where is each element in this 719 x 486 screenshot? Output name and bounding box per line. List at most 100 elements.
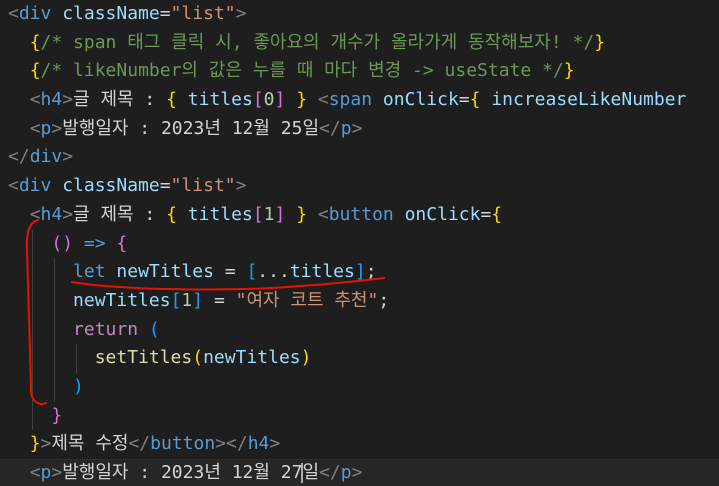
indent-guide bbox=[32, 315, 33, 345]
code-token: </ bbox=[319, 117, 341, 139]
code-token: { bbox=[29, 60, 41, 82]
code-token: ... bbox=[257, 261, 290, 283]
code-line[interactable]: () => { bbox=[0, 229, 719, 259]
code-token: let bbox=[73, 261, 106, 283]
code-line[interactable]: <div className="list"> bbox=[0, 0, 719, 29]
code-line[interactable]: </div> bbox=[0, 143, 719, 172]
code-token: < bbox=[29, 89, 41, 111]
code-token: p bbox=[340, 117, 352, 139]
code-token: 글 제목 : bbox=[73, 203, 167, 225]
code-token: > bbox=[51, 117, 63, 139]
code-editor[interactable]: <div className="list"> {/* span 태그 클릭 시,… bbox=[0, 0, 719, 486]
code-token: = bbox=[458, 89, 470, 111]
code-token: className bbox=[62, 3, 160, 24]
code-token: button bbox=[328, 203, 394, 225]
code-line-content: <p>발행일자 : 2023년 12월 27일</p> bbox=[0, 462, 362, 483]
code-token: } bbox=[296, 89, 308, 111]
code-token: > bbox=[62, 89, 74, 111]
code-token: = bbox=[159, 3, 171, 24]
code-token: < bbox=[317, 89, 329, 111]
code-token: > bbox=[269, 433, 281, 455]
code-token: 일 bbox=[302, 462, 320, 483]
code-line[interactable]: ) bbox=[0, 372, 719, 402]
code-token: } bbox=[51, 404, 63, 426]
code-token: = bbox=[213, 261, 247, 283]
code-line-content: ) bbox=[0, 376, 84, 397]
code-line-content: {/* likeNumber의 값은 누를 때 마다 변경 -> useStat… bbox=[0, 60, 575, 81]
code-line[interactable]: return ( bbox=[0, 315, 719, 345]
code-token: > bbox=[351, 117, 363, 139]
code-token: > bbox=[62, 146, 74, 168]
code-token: > bbox=[235, 175, 247, 197]
code-line[interactable]: <p>발행일자 : 2023년 12월 27일</p> bbox=[0, 459, 719, 486]
code-line[interactable]: <h4>글 제목 : { titles[0] } <span onClick={… bbox=[0, 86, 719, 115]
code-token: [ bbox=[252, 89, 264, 111]
code-line[interactable]: <h4>글 제목 : { titles[1] } <button onClick… bbox=[0, 201, 719, 230]
code-token: increaseLikeNumber bbox=[491, 89, 687, 111]
code-token: ] bbox=[192, 289, 204, 311]
code-token: > bbox=[215, 433, 227, 455]
code-token: className bbox=[62, 175, 160, 197]
code-token: < bbox=[8, 175, 19, 197]
code-token: p bbox=[340, 462, 352, 483]
code-token: = bbox=[480, 203, 492, 225]
code-token: ( bbox=[51, 232, 63, 254]
code-token: < bbox=[317, 203, 329, 225]
code-line-content: <div className="list"> bbox=[0, 175, 246, 196]
code-line[interactable]: }>제목 수정</button></h4> bbox=[0, 430, 719, 459]
indent-guide bbox=[32, 372, 33, 402]
code-token: span bbox=[328, 89, 373, 111]
code-token: ) bbox=[73, 375, 84, 397]
code-line[interactable]: setTitles(newTitles) bbox=[0, 344, 719, 373]
code-token: { bbox=[166, 203, 177, 225]
code-token: [ bbox=[246, 261, 258, 283]
code-token: { bbox=[29, 31, 41, 53]
indent-guide bbox=[76, 344, 77, 373]
code-token: div bbox=[18, 175, 52, 197]
code-line[interactable]: } bbox=[0, 401, 719, 431]
code-line[interactable]: <p>발행일자 : 2023년 12월 25일</p> bbox=[0, 115, 719, 144]
code-line-content: () => { bbox=[0, 233, 127, 254]
code-line-content: let newTitles = [...titles]; bbox=[0, 261, 377, 282]
code-line[interactable]: let newTitles = [...titles]; bbox=[0, 258, 719, 287]
code-line[interactable]: <div className="list"> bbox=[0, 172, 719, 201]
code-line[interactable]: {/* span 태그 클릭 시, 좋아요의 개수가 올라가게 동작해보자! *… bbox=[0, 29, 719, 58]
code-lines[interactable]: <div className="list"> {/* span 태그 클릭 시,… bbox=[0, 0, 719, 486]
code-line-content: <h4>글 제목 : { titles[1] } <button onClick… bbox=[0, 204, 502, 225]
indent-guide bbox=[54, 258, 55, 287]
indent-guide bbox=[54, 315, 55, 345]
code-line[interactable]: {/* likeNumber의 값은 누를 때 마다 변경 -> useStat… bbox=[0, 57, 719, 86]
code-line[interactable]: newTitles[1] = "여자 코트 추천"; bbox=[0, 286, 719, 316]
code-token: </ bbox=[128, 433, 151, 455]
code-token: > bbox=[51, 462, 63, 483]
code-token: /* span 태그 클릭 시, 좋아요의 개수가 올라가게 동작해보자! */ bbox=[40, 31, 595, 53]
code-token: } bbox=[29, 433, 41, 455]
code-token: ] bbox=[354, 261, 366, 283]
code-token: setTitles bbox=[94, 347, 193, 369]
code-token: = bbox=[159, 175, 171, 197]
code-token: } bbox=[563, 60, 575, 82]
code-line-content: <div className="list"> bbox=[0, 3, 246, 24]
code-line-content: }>제목 수정</button></h4> bbox=[0, 433, 281, 455]
code-token: newTitles bbox=[203, 347, 301, 369]
code-token: > bbox=[235, 3, 247, 24]
code-token: p bbox=[40, 462, 52, 483]
